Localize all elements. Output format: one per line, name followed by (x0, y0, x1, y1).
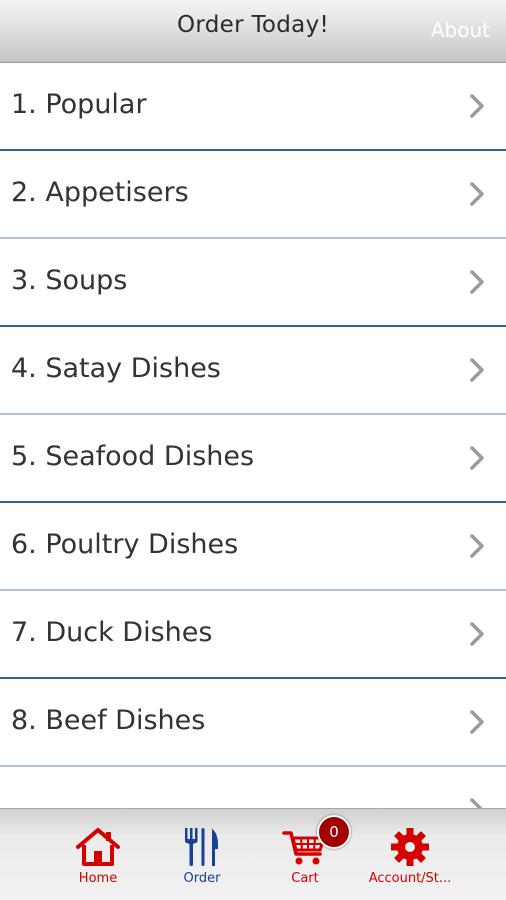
category-row-partial[interactable] (0, 767, 506, 808)
app-screen: Order Today! About 1. Popular 2. Appetis… (0, 0, 506, 900)
tab-account[interactable]: Account/St... (360, 827, 460, 897)
tab-home[interactable]: Home (48, 827, 148, 897)
chevron-right-icon (470, 622, 484, 646)
chevron-right-icon (470, 358, 484, 382)
tab-cart-label: Cart (291, 871, 319, 886)
tab-cart[interactable]: Cart 0 (255, 815, 355, 897)
category-row-appetisers[interactable]: 2. Appetisers (0, 151, 506, 239)
tab-order[interactable]: Order (152, 827, 252, 897)
category-row-beef-dishes[interactable]: 8. Beef Dishes (0, 679, 506, 767)
fork-knife-icon (185, 828, 219, 866)
chevron-right-icon (470, 182, 484, 206)
about-button[interactable]: About (431, 18, 490, 42)
category-label: 8. Beef Dishes (11, 705, 206, 736)
category-label: 4. Satay Dishes (11, 353, 221, 384)
gear-icon (391, 828, 429, 866)
category-row-seafood-dishes[interactable]: 5. Seafood Dishes (0, 415, 506, 503)
home-icon (76, 828, 120, 866)
category-list: 1. Popular 2. Appetisers 3. Soups 4. Sat… (0, 63, 506, 808)
category-row-popular[interactable]: 1. Popular (0, 63, 506, 151)
category-row-poultry-dishes[interactable]: 6. Poultry Dishes (0, 503, 506, 591)
chevron-right-icon (470, 446, 484, 470)
cart-count-badge: 0 (317, 815, 351, 849)
chevron-right-icon (470, 710, 484, 734)
chevron-right-icon (470, 534, 484, 558)
category-label: 6. Poultry Dishes (11, 529, 239, 560)
chevron-right-icon (470, 798, 483, 808)
bottom-tab-bar: Home Order Cart 0 Account/St... (0, 808, 506, 900)
tab-home-label: Home (78, 871, 118, 886)
chevron-right-icon (470, 270, 484, 294)
top-bar: Order Today! About (0, 0, 506, 63)
category-label: 5. Seafood Dishes (11, 441, 255, 472)
tab-order-label: Order (183, 871, 221, 886)
category-label: 3. Soups (11, 265, 128, 296)
tab-account-label: Account/St... (368, 871, 452, 886)
category-label: 1. Popular (11, 89, 147, 120)
category-row-soups[interactable]: 3. Soups (0, 239, 506, 327)
category-row-satay-dishes[interactable]: 4. Satay Dishes (0, 327, 506, 415)
category-row-duck-dishes[interactable]: 7. Duck Dishes (0, 591, 506, 679)
chevron-right-icon (470, 94, 484, 118)
category-label: 7. Duck Dishes (11, 617, 213, 648)
category-label: 2. Appetisers (11, 177, 189, 208)
